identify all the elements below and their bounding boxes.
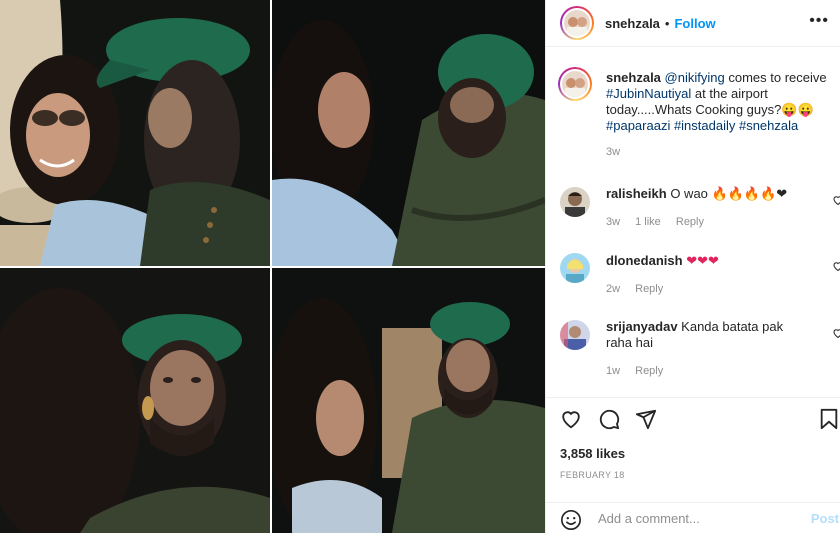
likes-count[interactable]: 3,858 likes bbox=[560, 446, 625, 461]
heart-icon[interactable] bbox=[560, 408, 582, 430]
comment-2-meta: 2w Reply bbox=[606, 281, 806, 297]
comment-2-text: ❤❤❤ bbox=[686, 253, 719, 268]
comment-icon[interactable] bbox=[598, 408, 620, 430]
post-comment-button[interactable]: Post bbox=[811, 511, 839, 526]
comment-2-reply[interactable]: Reply bbox=[635, 283, 663, 295]
comment-2-username[interactable]: dlonedanish bbox=[606, 253, 683, 268]
share-icon[interactable] bbox=[635, 408, 657, 430]
post-actions-bar: 3,858 likes FEBRUARY 18 Add a comment...… bbox=[546, 397, 840, 533]
comment-3-reply[interactable]: Reply bbox=[635, 365, 663, 377]
caption-hashtags-2[interactable]: #paparaazi #instadaily #snehzala bbox=[606, 118, 798, 133]
avatar-image bbox=[564, 10, 590, 36]
header-username[interactable]: snehzala bbox=[605, 16, 660, 31]
caption-hashtag-1[interactable]: #JubinNautiyal bbox=[606, 86, 691, 101]
post-sidebar: snehzala • Follow ••• snehzala @nikifyin… bbox=[545, 0, 840, 533]
follow-button[interactable]: Follow bbox=[674, 16, 715, 31]
post-image-collage[interactable] bbox=[0, 0, 545, 533]
photo-bottom-right bbox=[272, 268, 545, 533]
comment-2-like-heart-icon[interactable] bbox=[832, 260, 840, 272]
caption-text-1: comes to receive bbox=[728, 70, 827, 85]
comment-2: dlonedanish ❤❤❤ 2w Reply bbox=[606, 253, 806, 297]
comment-1-like-heart-icon[interactable] bbox=[832, 194, 840, 206]
comment-1-likes[interactable]: 1 like bbox=[635, 216, 661, 228]
comment-1-meta: 3w 1 like Reply bbox=[606, 214, 806, 230]
comment-avatar-3[interactable] bbox=[560, 320, 590, 350]
comment-3-like-heart-icon[interactable] bbox=[832, 327, 840, 339]
bookmark-icon[interactable] bbox=[819, 408, 839, 430]
photo-top-left bbox=[0, 0, 270, 266]
comment-1-username[interactable]: ralisheikh bbox=[606, 186, 667, 201]
photo-bottom-left bbox=[0, 268, 270, 533]
comment-1-time[interactable]: 3w bbox=[606, 216, 620, 228]
add-comment-input[interactable]: Add a comment... bbox=[598, 511, 700, 526]
comment-1-text: O wao 🔥🔥🔥🔥❤ bbox=[670, 186, 788, 201]
instagram-post-view: snehzala • Follow ••• snehzala @nikifyin… bbox=[0, 0, 840, 533]
comment-2-time[interactable]: 2w bbox=[606, 283, 620, 295]
caption-username[interactable]: snehzala bbox=[606, 70, 661, 85]
more-options-icon[interactable]: ••• bbox=[809, 12, 829, 30]
comment-1-reply[interactable]: Reply bbox=[676, 216, 704, 228]
comment-3: srijanyadav Kanda batata pak raha hai 1w… bbox=[606, 319, 806, 379]
emoji-icon[interactable] bbox=[560, 509, 582, 531]
caption-meta: 3w bbox=[606, 144, 831, 160]
add-comment-bar: Add a comment... Post bbox=[546, 502, 840, 534]
comment-3-meta: 1w Reply bbox=[606, 363, 806, 379]
separator-dot: • bbox=[664, 15, 670, 31]
comment-avatar-1[interactable] bbox=[560, 187, 590, 217]
caption-avatar[interactable] bbox=[558, 67, 592, 101]
comment-3-username[interactable]: srijanyadav bbox=[606, 319, 678, 334]
comment-avatar-2[interactable] bbox=[560, 253, 590, 283]
post-header: snehzala • Follow ••• bbox=[546, 0, 840, 47]
photo-top-right bbox=[272, 0, 545, 266]
caption-avatar-image bbox=[562, 71, 588, 97]
avatar[interactable] bbox=[560, 6, 594, 40]
comments-scroll-area[interactable]: snehzala @nikifying comes to receive #Ju… bbox=[546, 57, 840, 397]
caption-time[interactable]: 3w bbox=[606, 146, 620, 158]
comment-1: ralisheikh O wao 🔥🔥🔥🔥❤ 3w 1 like Reply bbox=[606, 186, 806, 230]
caption-mention[interactable]: @nikifying bbox=[665, 70, 725, 85]
caption: snehzala @nikifying comes to receive #Ju… bbox=[606, 70, 831, 160]
post-date[interactable]: FEBRUARY 18 bbox=[560, 470, 625, 480]
comment-3-time[interactable]: 1w bbox=[606, 365, 620, 377]
